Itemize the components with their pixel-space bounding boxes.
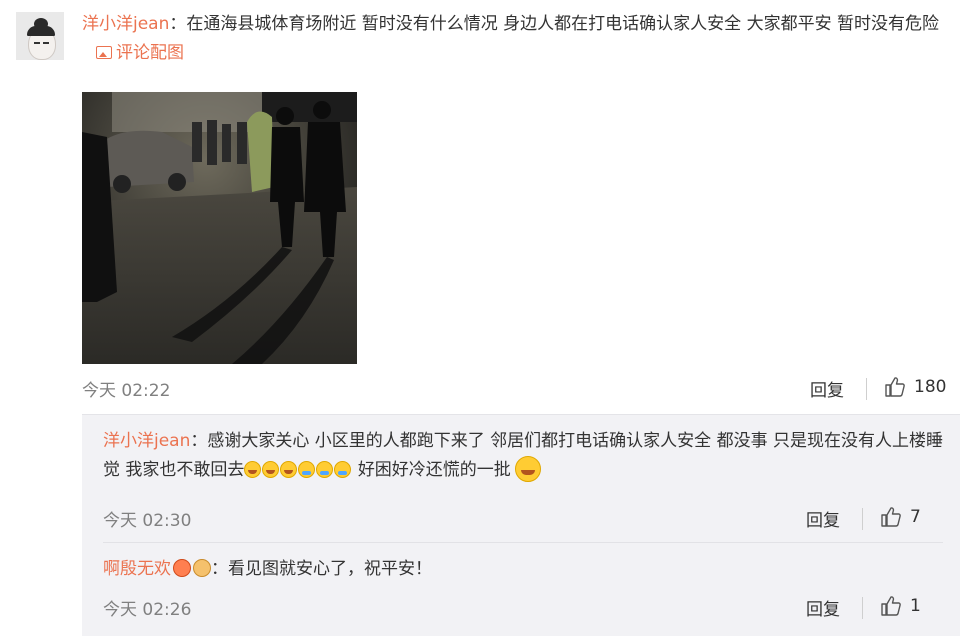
crying-emoji-icon: [334, 461, 352, 478]
thumbs-up-icon: [881, 596, 901, 616]
like-count: 7: [910, 507, 921, 527]
reply-body: 看见图就安心了，祝平安！: [228, 559, 432, 579]
reply-username[interactable]: 洋小洋jean: [103, 431, 190, 451]
crying-emoji-icon: [298, 461, 316, 478]
reply-1-like-button[interactable]: 7: [880, 506, 921, 528]
reply-username[interactable]: 啊殷无欢: [103, 559, 171, 579]
reply-2-reply-button[interactable]: 回复: [806, 595, 840, 620]
thumbs-up-icon: [885, 377, 905, 397]
like-button[interactable]: 180: [884, 376, 946, 398]
picture-icon: [96, 46, 112, 59]
comment-username[interactable]: 洋小洋jean: [82, 14, 169, 34]
reply-2-time: 今天 02:26: [103, 600, 192, 620]
reply-1-text: 洋小洋jean：感谢大家关心 小区里的人都跑下来了 邻居们都打电话确认家人安全 …: [103, 427, 943, 485]
main-comment-text: 洋小洋jean：在通海县城体育场附近 暂时没有什么情况 身边人都在打电话确认家人…: [82, 10, 948, 68]
reply-body-continued: 好困好冷还慌的一批: [357, 460, 511, 480]
user-avatar[interactable]: [16, 12, 64, 60]
laugh-cry-emoji-icon: [244, 461, 262, 478]
name-separator: ：: [169, 14, 187, 34]
action-divider: [862, 597, 863, 619]
laugh-cry-emoji-icon: [280, 461, 298, 478]
reply-2-text: 啊殷无欢 ：看见图就安心了，祝平安！: [103, 555, 943, 584]
comment-image-link-label: 评论配图: [116, 43, 184, 63]
action-divider: [862, 508, 863, 530]
reply-1-time: 今天 02:30: [103, 511, 192, 531]
like-count: 1: [910, 596, 921, 616]
avatar-eye: [43, 42, 49, 44]
reply-button[interactable]: 回复: [810, 376, 844, 401]
laugh-cry-emoji-icon: [262, 461, 280, 478]
thumbs-up-icon: [881, 507, 901, 527]
night-street-photo: [82, 92, 357, 364]
reply-2-like-button[interactable]: 1: [880, 595, 921, 617]
comment-time: 今天 02:22: [82, 381, 171, 401]
crying-emoji-icon: [316, 461, 334, 478]
rolling-laugh-emoji-icon: [514, 456, 541, 482]
like-count: 180: [914, 377, 947, 397]
reply-divider: [103, 542, 943, 543]
reply-1-reply-button[interactable]: 回复: [806, 506, 840, 531]
name-separator: ：: [190, 431, 208, 451]
comment-body: 在通海县城体育场附近 暂时没有什么情况 身边人都在打电话确认家人安全 大家都平安…: [186, 14, 939, 34]
member-badge-icon[interactable]: [173, 559, 191, 577]
name-separator: ：: [211, 559, 228, 579]
comment-image-link[interactable]: 评论配图: [96, 43, 184, 63]
avatar-hair: [27, 26, 55, 36]
avatar-eye: [34, 42, 40, 44]
fan-badge-icon[interactable]: [193, 559, 211, 577]
action-divider: [866, 378, 867, 400]
comment-photo[interactable]: [82, 92, 357, 364]
